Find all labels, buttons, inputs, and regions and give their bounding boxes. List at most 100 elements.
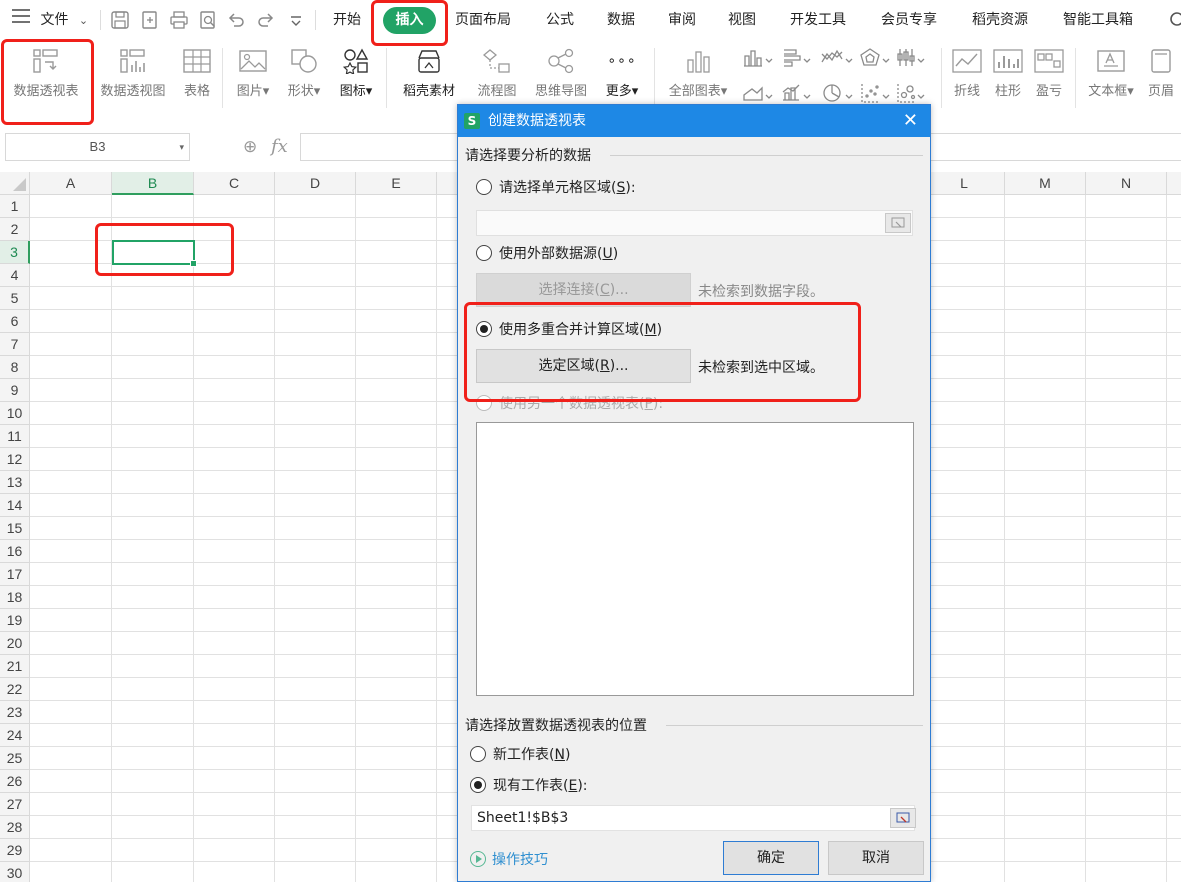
- row-header[interactable]: 14: [0, 494, 30, 517]
- sparkline-line-button[interactable]: 折线: [949, 48, 985, 99]
- row-header[interactable]: 18: [0, 586, 30, 609]
- column-header-b[interactable]: B: [112, 172, 194, 195]
- undo-icon[interactable]: [226, 10, 246, 30]
- print-preview-icon[interactable]: [198, 10, 218, 30]
- pie-chart-icon[interactable]: [823, 84, 853, 102]
- range-input[interactable]: [476, 210, 913, 236]
- picture-button[interactable]: 图片▾: [231, 48, 275, 99]
- row-header[interactable]: 27: [0, 793, 30, 816]
- row-header[interactable]: 30: [0, 862, 30, 882]
- cancel-button[interactable]: 取消: [828, 841, 924, 875]
- tab-member[interactable]: 会员专享: [881, 0, 937, 40]
- sparkline-winloss-button[interactable]: 盈亏: [1031, 48, 1067, 99]
- row-header[interactable]: 8: [0, 356, 30, 379]
- chevron-down-icon[interactable]: ▾: [179, 134, 184, 160]
- range-picker-button[interactable]: [885, 213, 911, 233]
- area-chart-icon[interactable]: [743, 86, 773, 101]
- radio-existing-worksheet[interactable]: 现有工作表(E):: [470, 776, 588, 796]
- combo-chart-icon[interactable]: [782, 84, 811, 101]
- tab-docer-resources[interactable]: 稻壳资源: [972, 0, 1028, 40]
- column-header-n[interactable]: N: [1086, 172, 1167, 195]
- radio-new-worksheet[interactable]: 新工作表(N): [470, 745, 570, 765]
- flowchart-button[interactable]: 流程图: [472, 48, 522, 99]
- row-header[interactable]: 13: [0, 471, 30, 494]
- column-header-l[interactable]: L: [924, 172, 1005, 195]
- row-header[interactable]: 19: [0, 609, 30, 632]
- header-footer-button[interactable]: 页眉: [1148, 48, 1181, 99]
- radio-external-source[interactable]: 使用外部数据源(U): [476, 244, 618, 264]
- tab-home[interactable]: 开始: [333, 0, 361, 40]
- row-header[interactable]: 17: [0, 563, 30, 586]
- location-picker-button[interactable]: [890, 808, 916, 828]
- name-box[interactable]: B3 ▾: [5, 133, 190, 161]
- more-button[interactable]: ∘∘∘ 更多▾: [600, 48, 644, 99]
- tab-developer[interactable]: 开发工具: [790, 0, 846, 40]
- print-icon[interactable]: [169, 10, 189, 30]
- column-header-a[interactable]: A: [30, 172, 112, 195]
- mindmap-button[interactable]: 思维导图: [530, 48, 592, 99]
- fx-icon[interactable]: fx: [271, 136, 288, 157]
- row-header[interactable]: 7: [0, 333, 30, 356]
- close-icon[interactable]: ✕: [903, 105, 918, 137]
- row-header[interactable]: 10: [0, 402, 30, 425]
- icons-button[interactable]: 图标▾: [334, 48, 378, 99]
- row-header[interactable]: 15: [0, 517, 30, 540]
- row-header[interactable]: 24: [0, 724, 30, 747]
- search-icon[interactable]: [1168, 10, 1181, 30]
- row-header[interactable]: 9: [0, 379, 30, 402]
- customize-quick-access-icon[interactable]: [288, 10, 308, 30]
- row-header[interactable]: 29: [0, 839, 30, 862]
- row-header[interactable]: 1: [0, 195, 30, 218]
- row-header[interactable]: 3: [0, 241, 30, 264]
- docer-material-button[interactable]: 稻壳素材: [396, 48, 462, 99]
- tab-formulas[interactable]: 公式: [546, 0, 574, 40]
- row-header[interactable]: 16: [0, 540, 30, 563]
- radio-existing-worksheet-circle[interactable]: [470, 777, 486, 793]
- save-icon[interactable]: [110, 10, 130, 30]
- radio-new-worksheet-circle[interactable]: [470, 746, 486, 762]
- line-chart-icon[interactable]: [821, 49, 853, 63]
- redo-icon[interactable]: [256, 10, 276, 30]
- location-input[interactable]: Sheet1!$B$3: [471, 805, 915, 831]
- sparkline-column-button[interactable]: 柱形: [990, 48, 1026, 99]
- row-header[interactable]: 26: [0, 770, 30, 793]
- export-pdf-icon[interactable]: [140, 10, 160, 30]
- ok-button[interactable]: 确定: [723, 841, 819, 875]
- tab-review[interactable]: 审阅: [668, 0, 696, 40]
- row-header[interactable]: 23: [0, 701, 30, 724]
- row-header[interactable]: 25: [0, 747, 30, 770]
- pivot-list[interactable]: [476, 422, 914, 696]
- tips-link[interactable]: 操作技巧: [470, 850, 548, 870]
- row-header[interactable]: 11: [0, 425, 30, 448]
- column-header-e[interactable]: E: [356, 172, 437, 195]
- zoom-formula-icon[interactable]: ⊕: [243, 137, 257, 157]
- row-header[interactable]: 2: [0, 218, 30, 241]
- radar-chart-icon[interactable]: [860, 48, 890, 66]
- row-header[interactable]: 12: [0, 448, 30, 471]
- row-header[interactable]: 5: [0, 287, 30, 310]
- file-menu[interactable]: 文件 ⌄: [12, 0, 88, 40]
- dialog-titlebar[interactable]: S 创建数据透视表 ✕: [458, 105, 930, 137]
- bubble-chart-icon[interactable]: [897, 84, 925, 103]
- column-header-o[interactable]: [1167, 172, 1181, 195]
- pivot-chart-button[interactable]: 数据透视图: [94, 48, 172, 99]
- row-header[interactable]: 21: [0, 655, 30, 678]
- table-button[interactable]: 表格: [178, 48, 216, 99]
- select-all-corner[interactable]: [0, 172, 30, 195]
- tab-data[interactable]: 数据: [607, 0, 635, 40]
- row-header[interactable]: 20: [0, 632, 30, 655]
- tab-smart-toolbox[interactable]: 智能工具箱: [1063, 0, 1133, 40]
- radio-select-range-circle[interactable]: [476, 179, 492, 195]
- textbox-button[interactable]: 文本框▾: [1083, 48, 1139, 99]
- tab-view[interactable]: 视图: [728, 0, 756, 40]
- row-header[interactable]: 4: [0, 264, 30, 287]
- row-header[interactable]: 28: [0, 816, 30, 839]
- shape-button[interactable]: 形状▾: [282, 48, 326, 99]
- radio-select-range[interactable]: 请选择单元格区域(S):: [476, 178, 636, 198]
- tab-page-layout[interactable]: 页面布局: [455, 0, 511, 40]
- row-header[interactable]: 6: [0, 310, 30, 333]
- all-charts-button[interactable]: 全部图表▾: [662, 48, 734, 99]
- stock-chart-icon[interactable]: [897, 49, 925, 66]
- radio-external-source-circle[interactable]: [476, 245, 492, 261]
- column-header-d[interactable]: D: [275, 172, 356, 195]
